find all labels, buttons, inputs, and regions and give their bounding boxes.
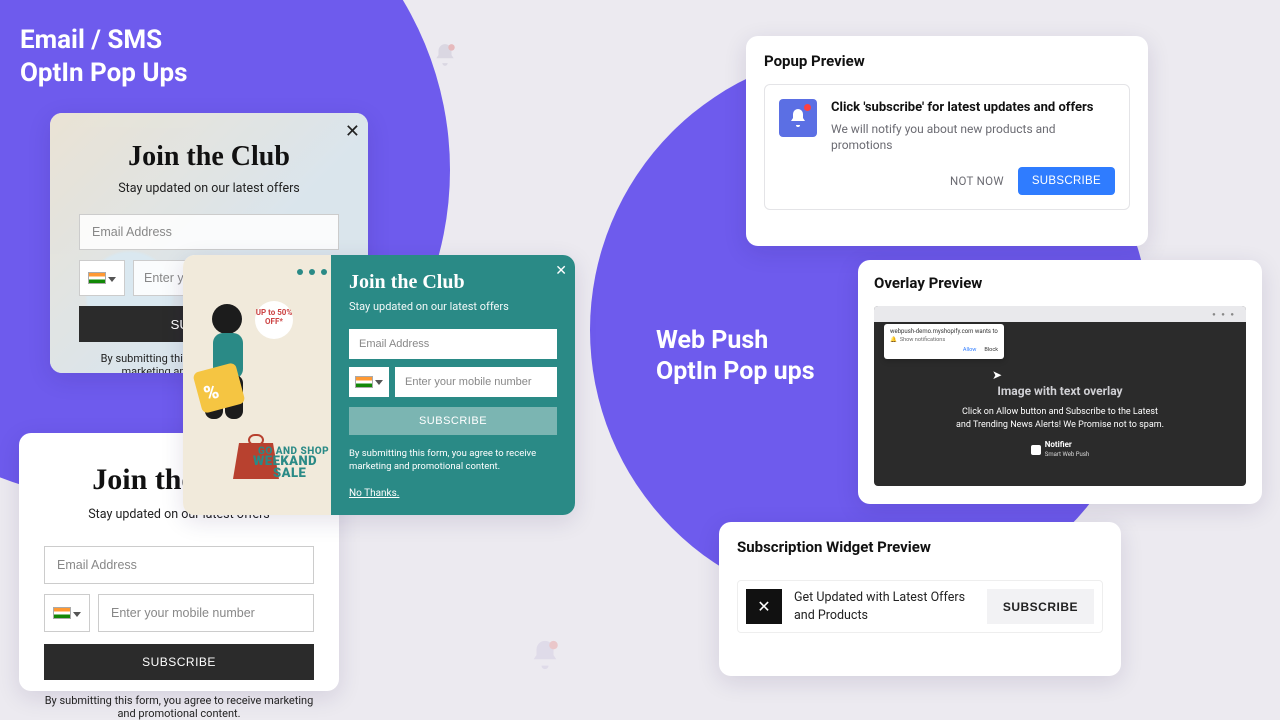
popup-subtitle: Stay updated on our latest offers — [78, 181, 340, 196]
overlay-mock-window: ● ● ● webpush-demo.myshopify.com wants t… — [874, 306, 1246, 486]
no-thanks-link[interactable]: No Thanks. — [349, 488, 399, 499]
popup-subtitle: Stay updated on our latest offers — [349, 300, 557, 313]
browser-permission-popup: webpush-demo.myshopify.com wants to 🔔Sho… — [884, 324, 1004, 359]
country-select[interactable] — [79, 260, 125, 296]
brand-badge: Notifier Smart Web Push — [1031, 441, 1089, 459]
country-select[interactable] — [349, 367, 389, 397]
email-input[interactable] — [79, 214, 339, 250]
permission-site: webpush-demo.myshopify.com wants to — [890, 328, 998, 335]
notification-title: Click 'subscribe' for latest updates and… — [831, 99, 1115, 117]
flag-india-icon — [88, 272, 106, 284]
bell-icon: 🔔 — [890, 337, 897, 343]
flag-india-icon — [53, 607, 71, 619]
popup-preview-card: Popup Preview Click 'subscribe' for late… — [746, 36, 1148, 246]
email-input[interactable] — [44, 546, 314, 584]
subscribe-button[interactable]: SUBSCRIBE — [349, 407, 557, 435]
close-icon[interactable]: ✕ — [555, 263, 567, 279]
notification-bell-icon — [779, 99, 817, 137]
phone-input[interactable] — [98, 594, 314, 632]
popup-illustration: % UP to 50% OFF* GO AND SHOP WEEKAND SAL… — [183, 255, 331, 515]
brand-name: Notifier — [1045, 441, 1089, 450]
chevron-down-icon — [375, 377, 383, 388]
card-heading: Subscription Widget Preview — [737, 538, 1103, 556]
discount-badge: UP to 50% OFF* — [255, 301, 293, 339]
heading-line: Email / SMS — [20, 25, 162, 55]
terms-text: By submitting this form, you agree to re… — [43, 694, 315, 720]
block-button[interactable]: Block — [984, 347, 998, 353]
notification-subtitle: We will notify you about new products an… — [831, 121, 1115, 153]
heading-web-push: Web PushOptIn Pop ups — [656, 325, 815, 388]
optin-popup-card-b: % UP to 50% OFF* GO AND SHOP WEEKAND SAL… — [183, 255, 575, 515]
heading-line: OptIn Pop ups — [656, 357, 815, 386]
heading-line: OptIn Pop Ups — [20, 58, 187, 88]
notification-dot-icon — [804, 104, 811, 111]
cursor-icon: ➤ — [874, 368, 1246, 382]
overlay-sub-text: Click on Allow button and Subscribe to t… — [955, 406, 1165, 431]
chevron-down-icon — [73, 606, 81, 620]
bell-deco-icon — [528, 638, 562, 672]
close-icon[interactable]: ✕ — [746, 589, 782, 624]
chevron-down-icon — [108, 271, 116, 285]
card-heading: Overlay Preview — [874, 274, 1246, 292]
email-input[interactable] — [349, 329, 557, 359]
card-heading: Popup Preview — [764, 52, 1130, 70]
popup-title: Join the Club — [78, 141, 340, 173]
bell-icon — [1031, 445, 1041, 455]
permission-text: Show notifications — [900, 337, 945, 343]
overlay-hero-text: Image with text overlay — [874, 384, 1246, 398]
subscribe-button[interactable]: SUBSCRIBE — [987, 589, 1094, 624]
heading-line: Web Push — [656, 326, 768, 355]
terms-text: By submitting this form, you agree to re… — [349, 447, 557, 474]
popup-title: Join the Club — [349, 271, 557, 294]
subscribe-button[interactable]: SUBSCRIBE — [44, 644, 314, 680]
allow-button[interactable]: Allow — [963, 347, 977, 353]
illustration-text: SALE — [273, 466, 306, 481]
phone-input[interactable] — [395, 367, 557, 397]
subscribe-button[interactable]: SUBSCRIBE — [1018, 167, 1115, 195]
not-now-button[interactable]: NOT NOW — [950, 174, 1004, 188]
heading-email-sms: Email / SMSOptIn Pop Ups — [20, 24, 187, 89]
country-select[interactable] — [44, 594, 90, 632]
flag-india-icon — [355, 376, 373, 388]
bell-deco-icon — [432, 42, 458, 68]
widget-message: Get Updated with Latest Offers and Produ… — [794, 589, 975, 624]
push-notification-preview: Click 'subscribe' for latest updates and… — [764, 84, 1130, 210]
subscription-widget-preview-card: Subscription Widget Preview ✕ Get Update… — [719, 522, 1121, 676]
overlay-preview-card: Overlay Preview ● ● ● webpush-demo.mysho… — [858, 260, 1262, 504]
brand-tagline: Smart Web Push — [1045, 451, 1089, 458]
